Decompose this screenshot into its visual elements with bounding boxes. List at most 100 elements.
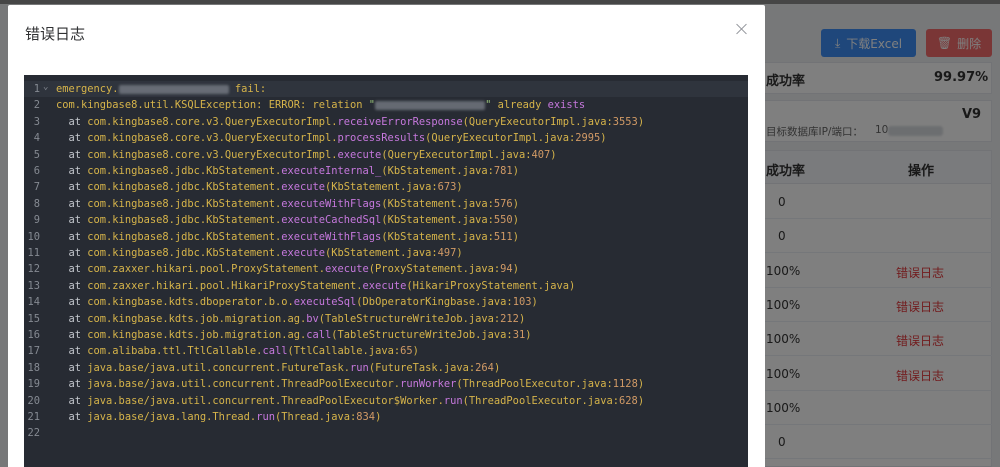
log-token: emergency.	[56, 83, 119, 95]
log-token: execute	[325, 263, 369, 276]
log-token: execute	[281, 247, 326, 259]
log-token: (ThreadPoolExecutor.java:	[462, 394, 620, 407]
line-number: 1	[33, 83, 40, 95]
log-line-text: at com.kingbase8.core.v3.QueryExecutorIm…	[56, 114, 645, 130]
log-token: )	[493, 361, 501, 374]
log-line: 11 at com.kingbase8.jdbc.KbStatement.exe…	[24, 245, 748, 261]
log-token: (ThreadPoolExecutor.java:	[456, 378, 613, 391]
log-line-text: at java.base/java.util.concurrent.Future…	[56, 360, 501, 376]
log-token: com.kingbase.kdts.dboperator.b.o.	[87, 296, 294, 309]
redacted-text	[118, 84, 229, 94]
log-token: )	[512, 214, 519, 227]
log-line: 7 at com.kingbase8.jdbc.KbStatement.exec…	[24, 179, 748, 195]
log-line: 6 at com.kingbase8.jdbc.KbStatement.exec…	[24, 163, 748, 179]
line-number: 10	[27, 230, 40, 243]
log-line: 18 at java.base/java.util.concurrent.Fut…	[24, 360, 748, 376]
log-line-text: at com.kingbase8.jdbc.KbStatement.execut…	[56, 196, 519, 212]
log-token: at	[56, 296, 88, 309]
log-token: 673	[437, 181, 457, 194]
line-number: 15	[27, 312, 40, 325]
log-line: 16 at com.kingbase.kdts.job.migration.ag…	[24, 327, 748, 343]
log-token: executeInternal_	[281, 165, 382, 177]
log-token: (TableStructureWriteJob.java:	[318, 312, 501, 325]
log-code-viewer[interactable]: 1 ⌄ emergency. fail: 2 com.kingbase8.util.KS…	[24, 75, 748, 467]
log-token: )	[512, 230, 519, 243]
log-token: at	[56, 361, 88, 374]
log-token: )	[512, 165, 519, 177]
log-token: )	[637, 115, 645, 128]
log-token: execute	[281, 181, 326, 194]
log-line: 19 at java.base/java.util.concurrent.Thr…	[24, 376, 748, 392]
log-token: 497	[437, 247, 457, 259]
log-token: run	[350, 361, 369, 374]
log-token: )	[375, 411, 382, 423]
line-number: 21	[27, 411, 40, 423]
line-number: 9	[33, 214, 40, 227]
log-token: 65	[400, 345, 413, 358]
log-token: (HikariProxyStatement.java)	[406, 279, 576, 292]
log-token: com.kingbase.kdts.job.migration.ag.	[87, 329, 307, 341]
line-number: 22	[27, 427, 40, 440]
line-number: 16	[27, 329, 40, 341]
fold-chevron-icon[interactable]: ⌄	[43, 79, 48, 95]
log-token: )	[600, 132, 607, 145]
log-token: exists	[547, 99, 586, 112]
log-token: (KbStatement.java:	[325, 247, 438, 259]
log-token: com.kingbase8.core.v3.QueryExecutorImpl.	[87, 148, 338, 161]
log-token: 550	[493, 214, 513, 227]
line-number: 8	[33, 197, 40, 210]
log-token: (TableStructureWriteJob.java:	[331, 329, 513, 341]
log-line-text: emergency. fail:	[56, 81, 266, 97]
log-token: at	[56, 197, 88, 210]
log-token: at	[56, 411, 88, 423]
log-token: 103	[512, 296, 532, 309]
error-log-dialog: 错误日志 1 ⌄ emergency. fail: 2 com.kingbase8.ut…	[8, 5, 765, 467]
line-number: 12	[27, 263, 40, 276]
log-token: (KbStatement.java:	[381, 214, 494, 227]
log-token: at	[56, 230, 88, 243]
log-token: com.kingbase8.core.v3.QueryExecutorImpl.	[87, 115, 338, 128]
log-token: at	[56, 378, 88, 391]
log-token: 3553	[612, 115, 638, 128]
line-number: 4	[33, 132, 40, 145]
log-line: 10 at com.kingbase8.jdbc.KbStatement.exe…	[24, 229, 748, 245]
log-line: 9 at com.kingbase8.jdbc.KbStatement.exec…	[24, 212, 748, 228]
log-token: executeWithFlags	[281, 230, 382, 243]
log-line-text: at com.kingbase8.core.v3.QueryExecutorIm…	[56, 130, 607, 146]
close-icon[interactable]	[735, 22, 749, 36]
log-token: )	[637, 378, 645, 391]
log-line-text: at com.alibaba.ttl.TtlCallable.call(TtlC…	[56, 343, 419, 359]
line-number: 3	[33, 115, 40, 128]
log-token: )	[637, 394, 645, 407]
line-number: 14	[27, 296, 40, 309]
log-token: at	[56, 394, 88, 407]
log-token: com.kingbase.kdts.job.migration.ag.	[87, 312, 307, 325]
line-number: 5	[33, 148, 40, 161]
log-token: com.zaxxer.hikari.pool.ProxyStatement.	[87, 263, 325, 276]
log-token: at	[56, 247, 88, 259]
log-token: (QueryExecutorImpl.java:	[462, 115, 613, 128]
line-number: 19	[27, 378, 40, 391]
log-token: 31	[512, 329, 526, 341]
redacted-text	[375, 100, 486, 110]
log-token: 407	[531, 148, 551, 161]
log-line-text: at com.kingbase8.jdbc.KbStatement.execut…	[56, 245, 463, 261]
log-token: runWorker	[400, 378, 457, 391]
log-token: com.kingbase8.jdbc.KbStatement.	[87, 230, 282, 243]
log-token: at	[56, 132, 88, 145]
line-number: 17	[27, 345, 40, 358]
log-token: 212	[500, 312, 519, 325]
log-token: )	[512, 197, 519, 210]
log-token: (DbOperatorKingbase.java:	[356, 296, 513, 309]
log-line: 8 at com.kingbase8.jdbc.KbStatement.exec…	[24, 196, 748, 212]
log-line: 2 com.kingbase8.util.KSQLException: ERROR…	[24, 97, 748, 113]
line-number: 20	[27, 394, 40, 407]
dialog-title: 错误日志	[25, 25, 86, 43]
log-line: 13 at com.zaxxer.hikari.pool.HikariProxy…	[24, 278, 748, 294]
log-token: com.kingbase8.jdbc.KbStatement.	[87, 181, 282, 194]
log-token: at	[56, 148, 88, 161]
log-token: (TtlCallable.java:	[287, 345, 401, 358]
log-token: 2995	[575, 132, 601, 145]
log-token: com.kingbase8.jdbc.KbStatement.	[87, 247, 282, 259]
log-token: at	[56, 329, 88, 341]
